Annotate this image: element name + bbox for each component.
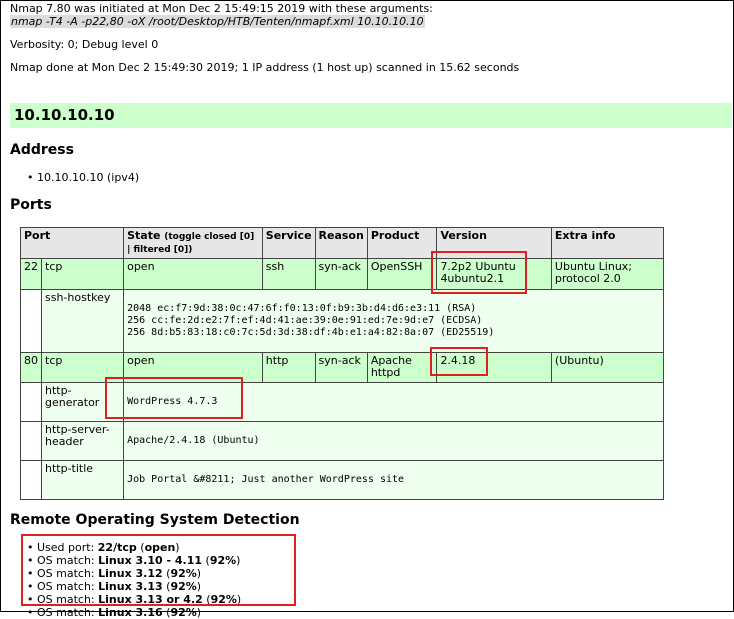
port-number: 22: [20, 258, 42, 290]
script-name: ssh-hostkey: [40, 289, 125, 353]
scan-initiated: Nmap 7.80 was initiated at Mon Dec 2 15:…: [10, 2, 433, 28]
scan-command: nmap -T4 -A -p22,80 -oX /root/Desktop/HT…: [10, 15, 425, 28]
script-name: http-title: [40, 460, 125, 500]
os-match: OS match: Linux 3.10 - 4.11 (92%): [27, 554, 241, 567]
port-extra-info: Ubuntu Linux; protocol 2.0: [550, 258, 665, 290]
script-row-ssh-hostkey: ssh-hostkey 2048 ec:f7:9d:38:0c:47:6f:f0…: [20, 289, 664, 353]
os-detection-heading: Remote Operating System Detection: [10, 512, 300, 528]
host-header: 10.10.10.10: [10, 103, 732, 128]
ports-heading: Ports: [10, 197, 52, 213]
address-list: 10.10.10.10 (ipv4): [27, 171, 139, 184]
port-version: 2.4.18: [436, 352, 552, 383]
col-state: State (toggle closed [0] | filtered [0]): [123, 227, 263, 259]
port-service: http: [261, 352, 316, 383]
script-row-http-server-header: http-server-header Apache/2.4.18 (Ubuntu…: [20, 421, 664, 461]
port-reason: syn-ack: [314, 352, 368, 383]
script-name: http-server-header: [40, 421, 125, 461]
port-product: Apache httpd: [366, 352, 438, 383]
col-extra-info: Extra info: [550, 227, 665, 259]
ports-header-row: Port State (toggle closed [0] | filtered…: [19, 227, 665, 259]
script-name: http-generator: [40, 382, 125, 422]
verbosity-line: Verbosity: 0; Debug level 0: [10, 38, 159, 51]
scan-done-line: Nmap done at Mon Dec 2 15:49:30 2019; 1 …: [10, 61, 520, 74]
port-product: OpenSSH: [366, 258, 438, 290]
port-protocol: tcp: [40, 352, 125, 383]
script-output: WordPress 4.7.3: [123, 382, 664, 422]
port-protocol: tcp: [40, 258, 125, 290]
script-output: 2048 ec:f7:9d:38:0c:47:6f:f0:13:0f:b9:3b…: [123, 289, 664, 353]
address-item: 10.10.10.10 (ipv4): [27, 171, 139, 184]
col-version: Version: [436, 227, 552, 259]
script-output: Apache/2.4.18 (Ubuntu): [123, 421, 664, 461]
address-heading: Address: [10, 142, 74, 158]
port-state: open: [123, 258, 263, 290]
port-state: open: [123, 352, 263, 383]
host-address-title: 10.10.10.10: [14, 106, 115, 124]
port-row-80: 80 tcp open http syn-ack Apache httpd 2.…: [20, 352, 665, 383]
script-row-http-generator: http-generator WordPress 4.7.3: [20, 382, 664, 422]
os-detection-list: Used port: 22/tcp (open) OS match: Linux…: [27, 541, 241, 619]
os-match: OS match: Linux 3.12 (92%): [27, 567, 241, 580]
port-reason: syn-ack: [314, 258, 368, 290]
col-port: Port: [19, 227, 125, 259]
port-row-22: 22 tcp open ssh syn-ack OpenSSH 7.2p2 Ub…: [20, 258, 665, 290]
os-match: OS match: Linux 3.16 (92%): [27, 606, 241, 619]
col-service: Service: [261, 227, 316, 259]
ports-table: Port State (toggle closed [0] | filtered…: [19, 227, 665, 500]
col-product: Product: [366, 227, 438, 259]
nmap-report: Nmap 7.80 was initiated at Mon Dec 2 15:…: [10, 0, 732, 528]
os-used-port: Used port: 22/tcp (open): [27, 541, 241, 554]
port-version: 7.2p2 Ubuntu 4ubuntu2.1: [436, 258, 552, 290]
port-number: 80: [20, 352, 42, 383]
col-reason: Reason: [314, 227, 368, 259]
port-extra-info: (Ubuntu): [550, 352, 665, 383]
os-match: OS match: Linux 3.13 or 4.2 (92%): [27, 593, 241, 606]
port-service: ssh: [261, 258, 316, 290]
os-match: OS match: Linux 3.13 (92%): [27, 580, 241, 593]
script-output: Job Portal &#8211; Just another WordPres…: [123, 460, 664, 500]
script-row-http-title: http-title Job Portal &#8211; Just anoth…: [20, 460, 664, 500]
